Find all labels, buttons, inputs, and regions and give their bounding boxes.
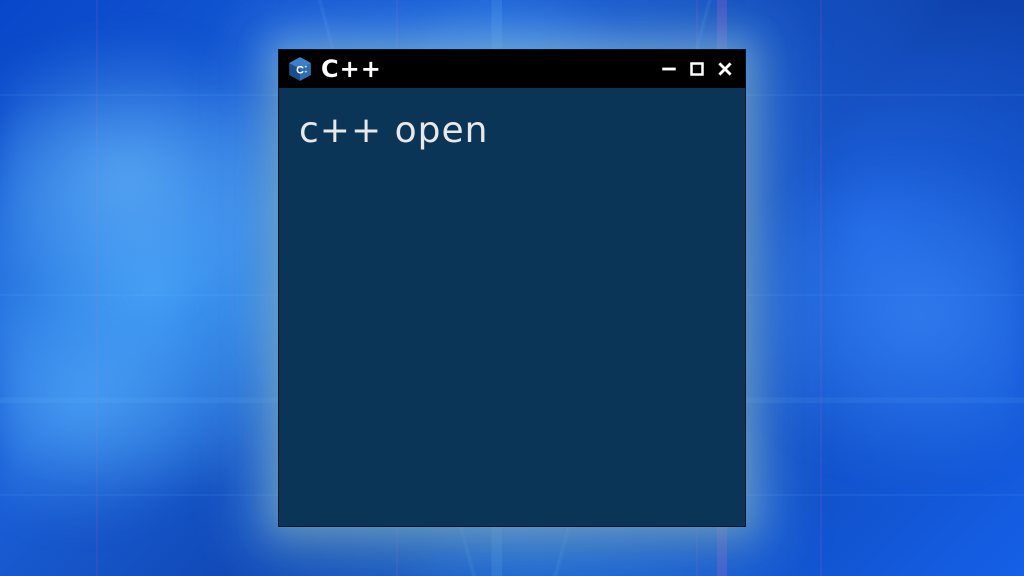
window-body: c++ open xyxy=(279,88,745,526)
window-title: C++ xyxy=(321,55,651,83)
maximize-button[interactable] xyxy=(687,59,707,79)
window-titlebar[interactable]: C + + C++ xyxy=(279,50,745,88)
cpp-icon: C + + xyxy=(287,56,313,82)
window-controls xyxy=(659,59,735,79)
close-button[interactable] xyxy=(715,59,735,79)
svg-text:+: + xyxy=(305,65,308,70)
application-window: C + + C++ xyxy=(278,49,746,527)
body-text: c++ open xyxy=(299,110,725,151)
minimize-button[interactable] xyxy=(659,59,679,79)
svg-text:+: + xyxy=(305,70,308,75)
svg-text:C: C xyxy=(296,64,304,76)
